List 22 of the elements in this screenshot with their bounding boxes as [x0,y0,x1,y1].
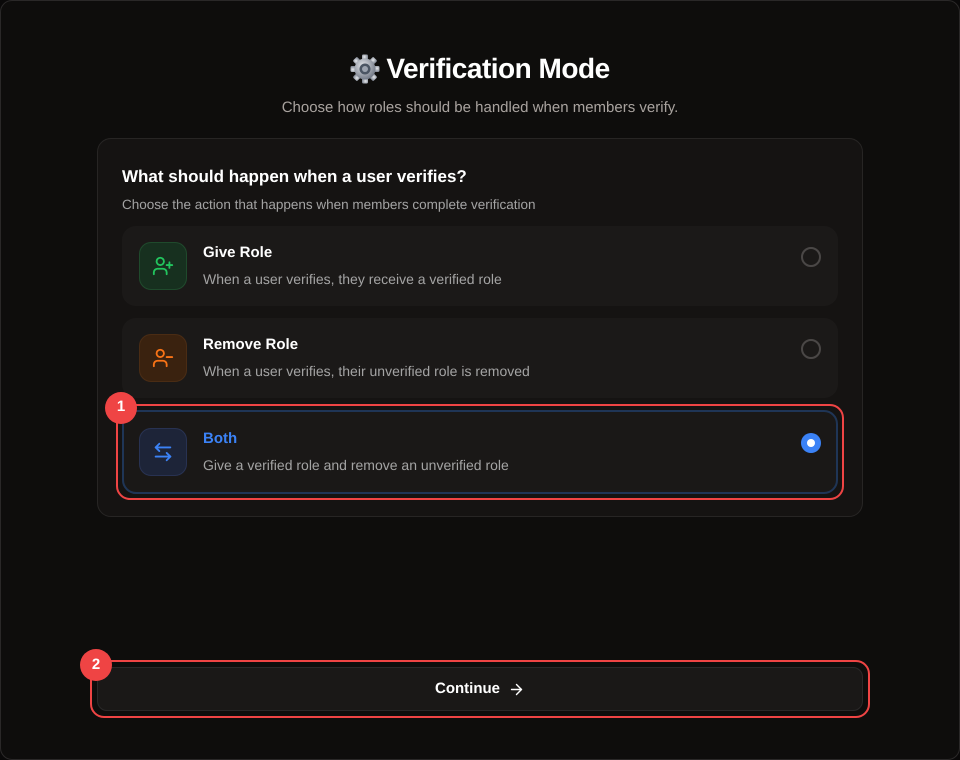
option-description: Give a verified role and remove an unverified role [203,456,510,474]
page-title: Verification Mode [386,52,610,86]
callout-badge: 2 [80,649,112,681]
page-subtitle: Choose how roles should be handled when members verify. [282,98,678,118]
callout-badge: 1 [105,392,137,424]
user-plus-icon [139,242,187,290]
option-title: Both [203,429,238,449]
option-card[interactable]: Remove Role When a user verifies, their unverified role is removed [122,318,838,398]
radio-button[interactable] [801,338,821,358]
option-card[interactable]: Give Role When a user verifies, they receive a verified role [122,226,838,306]
swap-arrows-icon [139,428,187,476]
radio-button[interactable] [801,432,821,452]
option-description: When a user verifies, they receive a verified role [203,270,503,288]
option-description: When a user verifies, their unverified role is removed [203,362,531,380]
question-subtitle: Choose the action that happens when members complete verification [122,196,536,214]
option-title: Remove Role [203,335,300,355]
radio-button[interactable] [801,246,821,266]
option-card[interactable]: Both Give a verified role and remove an unverified role [122,410,838,494]
option-title: Give Role [203,243,274,263]
question-title: What should happen when a user verifies? [122,166,468,188]
gear-icon [350,54,380,84]
user-minus-icon [139,334,187,382]
